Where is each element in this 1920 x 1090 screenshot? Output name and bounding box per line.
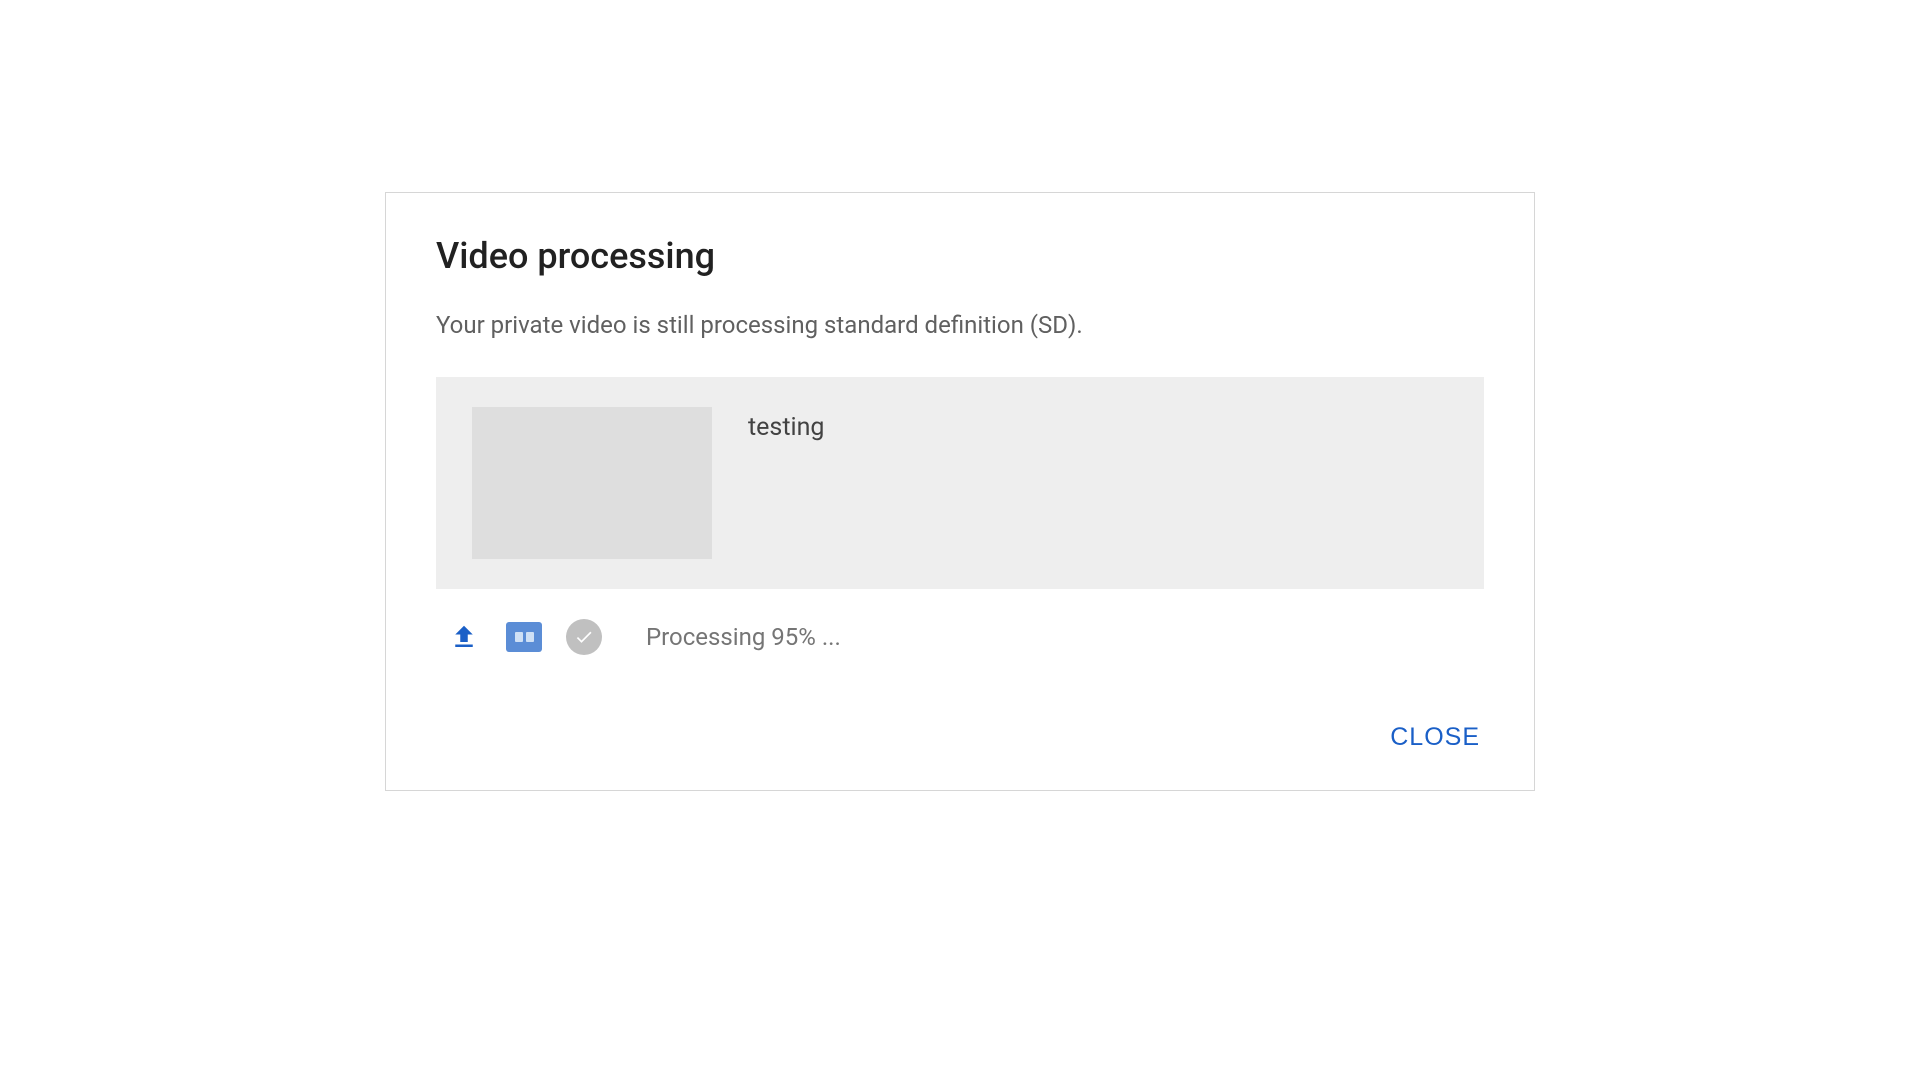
status-text: Processing 95% ... bbox=[646, 623, 841, 651]
status-row: Processing 95% ... bbox=[436, 619, 1484, 655]
video-processing-dialog: Video processing Your private video is s… bbox=[385, 192, 1535, 791]
dialog-actions: CLOSE bbox=[436, 715, 1484, 760]
video-title: testing bbox=[748, 407, 824, 442]
close-button[interactable]: CLOSE bbox=[1386, 715, 1484, 760]
sd-icon bbox=[506, 619, 542, 655]
checkmark-icon bbox=[566, 619, 602, 655]
video-card: testing bbox=[436, 377, 1484, 589]
dialog-title: Video processing bbox=[436, 235, 1484, 277]
dialog-subtitle: Your private video is still processing s… bbox=[436, 311, 1484, 339]
video-thumbnail bbox=[472, 407, 712, 559]
upload-icon bbox=[446, 619, 482, 655]
